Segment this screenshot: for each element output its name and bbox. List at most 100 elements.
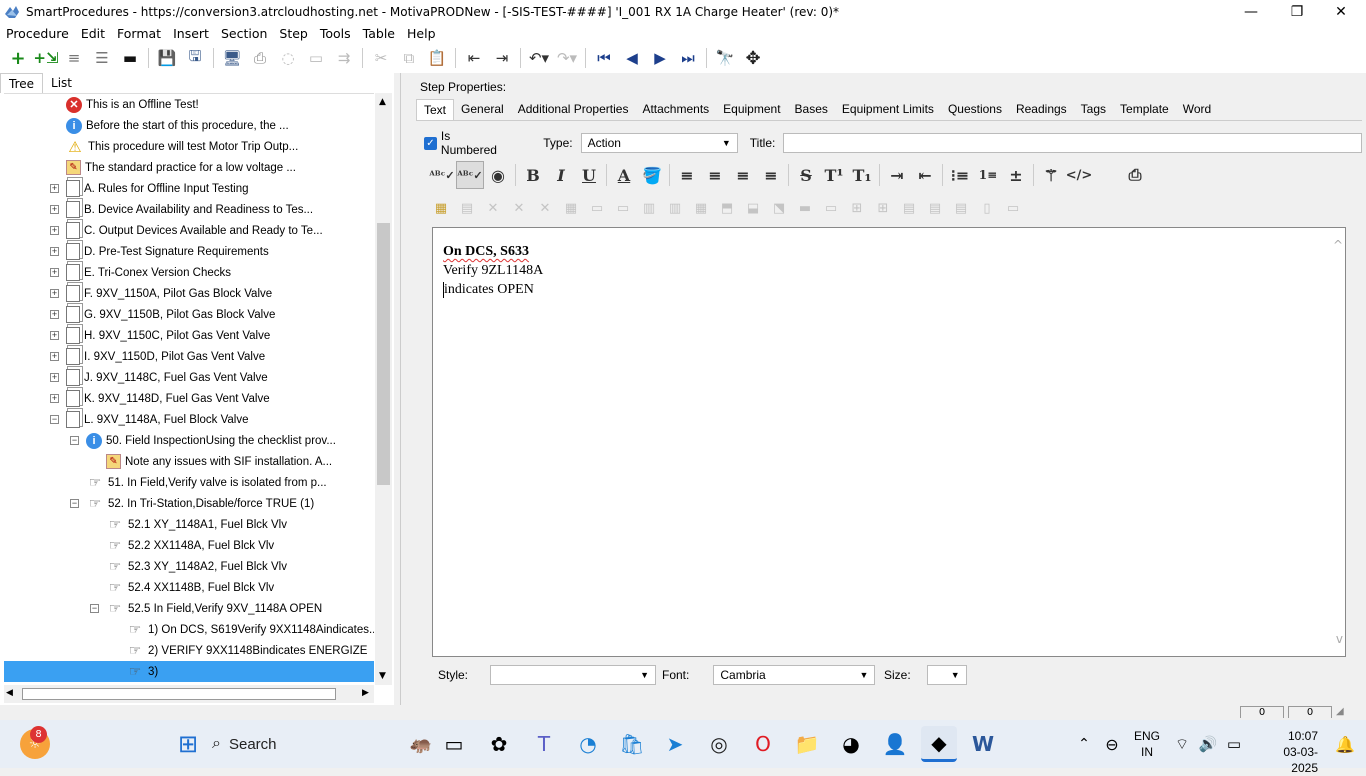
network-status-icon[interactable]: ⊖ <box>1094 726 1130 762</box>
justify-icon[interactable]: ≡ <box>757 161 785 189</box>
tree-item[interactable]: + K. 9XV_1148D, Fuel Gas Vent Valve <box>50 388 270 409</box>
expand-icon[interactable]: + <box>50 310 59 319</box>
menu-insert[interactable]: Insert <box>167 26 215 41</box>
smartprocedures-taskbar-icon[interactable]: ◆ <box>921 726 957 762</box>
row-insert-icon[interactable]: ⬔ <box>766 197 792 219</box>
align-right-icon[interactable]: ≡ <box>729 161 757 189</box>
scroll-down-icon[interactable]: ▼ <box>379 671 386 681</box>
tree-item[interactable]: − i 50. Field InspectionUsing the checklis… <box>70 430 336 451</box>
borders-icon[interactable]: ⊞ <box>870 197 896 219</box>
redo-all-icon[interactable]: ⇉ <box>330 45 358 71</box>
word-icon[interactable]: W <box>965 726 1001 762</box>
tab-text[interactable]: Text <box>416 99 455 121</box>
split-icon[interactable]: ▭ <box>818 197 844 219</box>
tree-item[interactable]: + D. Pre-Test Signature Requirements <box>50 241 269 262</box>
decrease-indent-icon[interactable]: ⇤ <box>911 161 939 189</box>
tab-tree[interactable]: Tree <box>0 73 44 93</box>
delete-icon[interactable]: ▬ <box>116 45 144 71</box>
expand-icon[interactable]: + <box>50 331 59 340</box>
font-select[interactable]: Cambria ▼ <box>713 665 876 685</box>
tree-item[interactable]: ✎ Note any issues with SIF installation. … <box>106 451 332 472</box>
style-palette-icon[interactable]: ◉ <box>484 161 512 189</box>
bullet-list-icon[interactable]: ⁝≡ <box>946 161 974 189</box>
tree-item[interactable]: + F. 9XV_1150A, Pilot Gas Block Valve <box>50 283 272 304</box>
scroll-right-icon[interactable]: ▶ <box>362 688 369 698</box>
spellcheck-as-you-type-icon[interactable]: ᴬᴮᶜ✓ <box>456 161 484 189</box>
bold-icon[interactable]: B <box>519 161 547 189</box>
wifi-icon[interactable]: ⌔ <box>1170 726 1194 762</box>
tree-item[interactable]: i Before the start of this procedure, the… <box>66 115 289 136</box>
tree-item[interactable]: ⚠ This procedure will test Motor Trip Out… <box>66 136 298 157</box>
grid-icon[interactable]: ▦ <box>688 197 714 219</box>
close-button[interactable]: ✕ <box>1318 0 1364 23</box>
tab-general[interactable]: General <box>454 99 511 121</box>
column-right-icon[interactable]: ▥ <box>662 197 688 219</box>
cut-icon[interactable]: ✂ <box>367 45 395 71</box>
edge-icon[interactable]: ◔ <box>570 726 606 762</box>
tab-additional-properties[interactable]: Additional Properties <box>511 99 636 121</box>
row-above-icon[interactable]: ⬒ <box>714 197 740 219</box>
tree-item[interactable]: + A. Rules for Offline Input Testing <box>50 178 249 199</box>
tree-vertical-scrollbar[interactable]: ▲ ▼ <box>375 93 392 685</box>
menu-table[interactable]: Table <box>357 26 401 41</box>
outdent-icon[interactable]: ⇤ <box>460 45 488 71</box>
tab-tags[interactable]: Tags <box>1074 99 1113 121</box>
redo-icon[interactable]: ↷▾ <box>553 45 581 71</box>
expand-icon[interactable]: + <box>50 373 59 382</box>
style-select[interactable]: ▼ <box>490 665 657 685</box>
tree-item[interactable]: ☞ 52.4 XX1148B, Fuel Blck Vlv <box>106 577 274 598</box>
strikethrough-icon[interactable]: S <box>792 161 820 189</box>
chrome-icon[interactable]: ◕ <box>833 726 869 762</box>
previous-icon[interactable]: ◀ <box>618 45 646 71</box>
notifications-icon[interactable]: 🔔 <box>1330 726 1360 762</box>
editor-scroll-up-icon[interactable]: ^ <box>1333 238 1343 252</box>
menu-section[interactable]: Section <box>215 26 273 41</box>
italic-icon[interactable]: I <box>547 161 575 189</box>
row-below-icon[interactable]: ⬓ <box>740 197 766 219</box>
size-select[interactable]: ▼ <box>926 665 967 685</box>
align-bottom-icon[interactable]: ▤ <box>948 197 974 219</box>
tree-item[interactable]: ☞ 3) <box>4 661 374 682</box>
panel-splitter[interactable] <box>400 73 408 705</box>
delete-row-icon[interactable]: ✕ <box>506 197 532 219</box>
teams-icon[interactable]: T <box>526 726 562 762</box>
first-icon[interactable]: ⏮ <box>590 45 618 71</box>
taskbar-search[interactable]: ⌕ Search 🦛 <box>212 728 432 760</box>
tree-item[interactable]: ☞ 2) VERIFY 9XX1148Bindicates ENERGIZE <box>126 640 368 661</box>
add-icon[interactable]: + <box>4 45 32 71</box>
html-source-icon[interactable]: </> <box>1065 161 1093 189</box>
menu-format[interactable]: Format <box>111 26 167 41</box>
align-middle-icon[interactable]: ▤ <box>922 197 948 219</box>
tab-bases[interactable]: Bases <box>788 99 835 121</box>
spellcheck-icon[interactable]: ᴬᴮᶜ✓ <box>428 161 456 189</box>
tab-attachments[interactable]: Attachments <box>635 99 716 121</box>
collapse-icon[interactable]: − <box>90 604 99 613</box>
type-select[interactable]: Action ▼ <box>580 133 738 153</box>
font-color-icon[interactable]: A <box>610 161 638 189</box>
clock[interactable]: 10:07 03-03-2025 <box>1258 728 1318 776</box>
column-left-icon[interactable]: ▥ <box>636 197 662 219</box>
copy-icon[interactable]: ⧉ <box>395 45 423 71</box>
delete-column-icon[interactable]: ✕ <box>532 197 558 219</box>
tree-item[interactable]: − ☞ 52. In Tri-Station,Disable/force TRUE … <box>70 493 314 514</box>
indent-icon[interactable]: ⇥ <box>488 45 516 71</box>
find-icon[interactable]: 🔭 <box>711 45 739 71</box>
minimize-button[interactable]: — <box>1228 0 1274 23</box>
tree-item[interactable]: ☞ 1) On DCS, S619Verify 9XX1148Aindicates… <box>126 619 374 640</box>
next-icon[interactable]: ▶ <box>646 45 674 71</box>
insert-table-icon[interactable]: ▦ <box>428 197 454 219</box>
align-center-icon[interactable]: ≡ <box>701 161 729 189</box>
hscroll-thumb[interactable] <box>22 688 336 700</box>
increase-indent-icon[interactable]: ⇥ <box>883 161 911 189</box>
save-all-icon[interactable]: 💾 <box>153 45 181 71</box>
editor-scroll-down-icon[interactable]: v <box>1336 632 1343 646</box>
menu-tools[interactable]: Tools <box>314 26 357 41</box>
task-view-icon[interactable]: ▭ <box>436 726 472 762</box>
opera-icon[interactable]: O <box>745 726 781 762</box>
highlight-icon[interactable]: 🪣 <box>638 161 666 189</box>
volume-icon[interactable]: 🔊 <box>1196 726 1220 762</box>
expand-icon[interactable]: + <box>50 247 59 256</box>
magic-wand-icon[interactable]: ⚚ <box>1037 161 1065 189</box>
list-indent-icon[interactable]: ☰ <box>88 45 116 71</box>
tab-readings[interactable]: Readings <box>1009 99 1074 121</box>
